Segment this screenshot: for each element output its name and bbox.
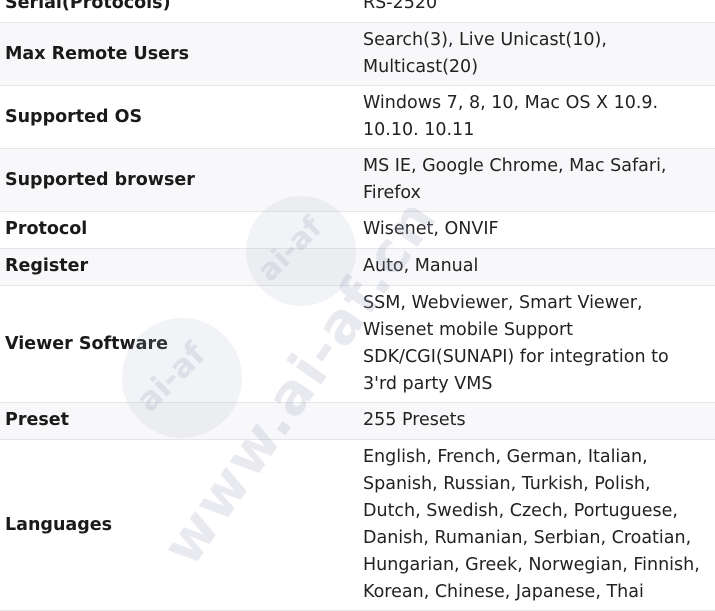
row-label: Preset: [0, 402, 357, 440]
row-label: Max Remote Users: [0, 22, 357, 86]
row-value: SSM, Webviewer, Smart Viewer, Wisenet mo…: [357, 285, 715, 403]
row-value: Windows 7, 8, 10, Mac OS X 10.9. 10.10. …: [357, 85, 715, 149]
row-label: Supported browser: [0, 148, 357, 212]
row-value: MS IE, Google Chrome, Mac Safari, Firefo…: [357, 148, 715, 212]
row-label: Viewer Software: [0, 285, 357, 403]
row-value: Wisenet, ONVIF: [357, 211, 715, 249]
row-value: 255 Presets: [357, 402, 715, 440]
row-value: RS-2520: [357, 0, 715, 23]
table-row: Protocol Wisenet, ONVIF: [0, 211, 715, 249]
table-row: Max Remote Users Search(3), Live Unicast…: [0, 22, 715, 86]
spec-table: Serial(Protocols) RS-2520 Max Remote Use…: [0, 0, 715, 611]
table-row: Supported browser MS IE, Google Chrome, …: [0, 148, 715, 212]
row-label: Serial(Protocols): [0, 0, 357, 23]
table-row: Viewer Software SSM, Webviewer, Smart Vi…: [0, 285, 715, 403]
table-row: Serial(Protocols) RS-2520: [0, 0, 715, 23]
table-row: Preset 255 Presets: [0, 402, 715, 440]
row-value: English, French, German, Italian, Spanis…: [357, 439, 715, 611]
table-row: Register Auto, Manual: [0, 248, 715, 286]
table-row: Languages English, French, German, Itali…: [0, 439, 715, 611]
table-row: Supported OS Windows 7, 8, 10, Mac OS X …: [0, 85, 715, 149]
row-label: Languages: [0, 439, 357, 611]
row-label: Register: [0, 248, 357, 286]
row-value: Auto, Manual: [357, 248, 715, 286]
row-value: Search(3), Live Unicast(10), Multicast(2…: [357, 22, 715, 86]
row-label: Supported OS: [0, 85, 357, 149]
row-label: Protocol: [0, 211, 357, 249]
